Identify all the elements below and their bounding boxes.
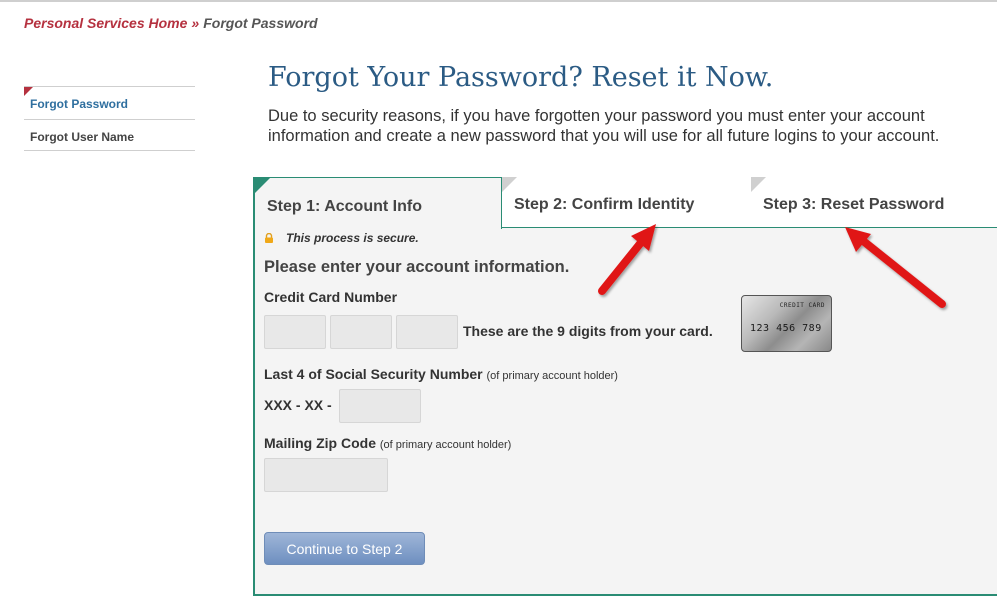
tab-reset-password[interactable]: Step 3: Reset Password [751,177,997,228]
sidebar-item-label: Forgot Password [30,97,129,111]
sidebar-item-forgot-password[interactable]: Forgot Password [24,86,195,119]
credit-card-field-1[interactable] [264,315,326,349]
tab-corner-icon [255,178,270,193]
ssn-prefix: XXX - XX - [264,397,332,413]
ssn-label-text: Last 4 of Social Security Number [264,366,483,382]
sidebar-item-forgot-user-name[interactable]: Forgot User Name [24,119,195,151]
breadcrumb-current: Forgot Password [203,15,318,31]
card-number: 123 456 789 [750,323,822,334]
sidebar-item-label: Forgot User Name [30,130,135,144]
tab-corner-icon [502,177,517,192]
ssn-label: Last 4 of Social Security Number (of pri… [264,366,618,382]
intro-text: Due to security reasons, if you have for… [268,107,940,145]
credit-card-field-2[interactable] [330,315,392,349]
ssn-label-note: (of primary account holder) [486,370,618,382]
tab-confirm-identity[interactable]: Step 2: Confirm Identity [502,177,751,228]
continue-button[interactable]: Continue to Step 2 [264,532,425,565]
zip-code-field[interactable] [264,458,388,492]
tab-corner-icon [751,177,766,192]
tab-account-info[interactable]: Step 1: Account Info [253,177,502,229]
secure-notice: This process is secure. [264,231,419,245]
tab-label: Step 2: Confirm Identity [514,196,695,213]
lock-icon [265,233,273,243]
credit-card-hint: These are the 9 digits from your card. [463,323,713,339]
sidebar: Forgot Password Forgot User Name [24,86,195,151]
zip-label-note: (of primary account holder) [379,439,512,451]
credit-card-image: CREDIT CARD 123 456 789 [741,295,832,352]
breadcrumb-separator: » [191,15,200,31]
tab-label: Step 1: Account Info [267,198,422,215]
breadcrumb-home-link[interactable]: Personal Services Home [24,15,187,31]
credit-card-label: Credit Card Number [264,289,398,305]
secure-notice-text: This process is secure. [286,231,419,245]
breadcrumb: Personal Services Home» Forgot Password [24,15,318,31]
active-flag-icon [24,87,33,96]
tab-label: Step 3: Reset Password [763,196,945,213]
page-title: Forgot Your Password? Reset it Now. [268,62,774,93]
zip-label: Mailing Zip Code (of primary account hol… [264,435,511,451]
credit-card-field-3[interactable] [396,315,458,349]
top-divider [0,0,997,2]
ssn-last4-field[interactable] [339,389,421,423]
form-prompt: Please enter your account information. [264,258,570,276]
zip-label-text: Mailing Zip Code [264,435,376,451]
card-title: CREDIT CARD [779,302,825,309]
